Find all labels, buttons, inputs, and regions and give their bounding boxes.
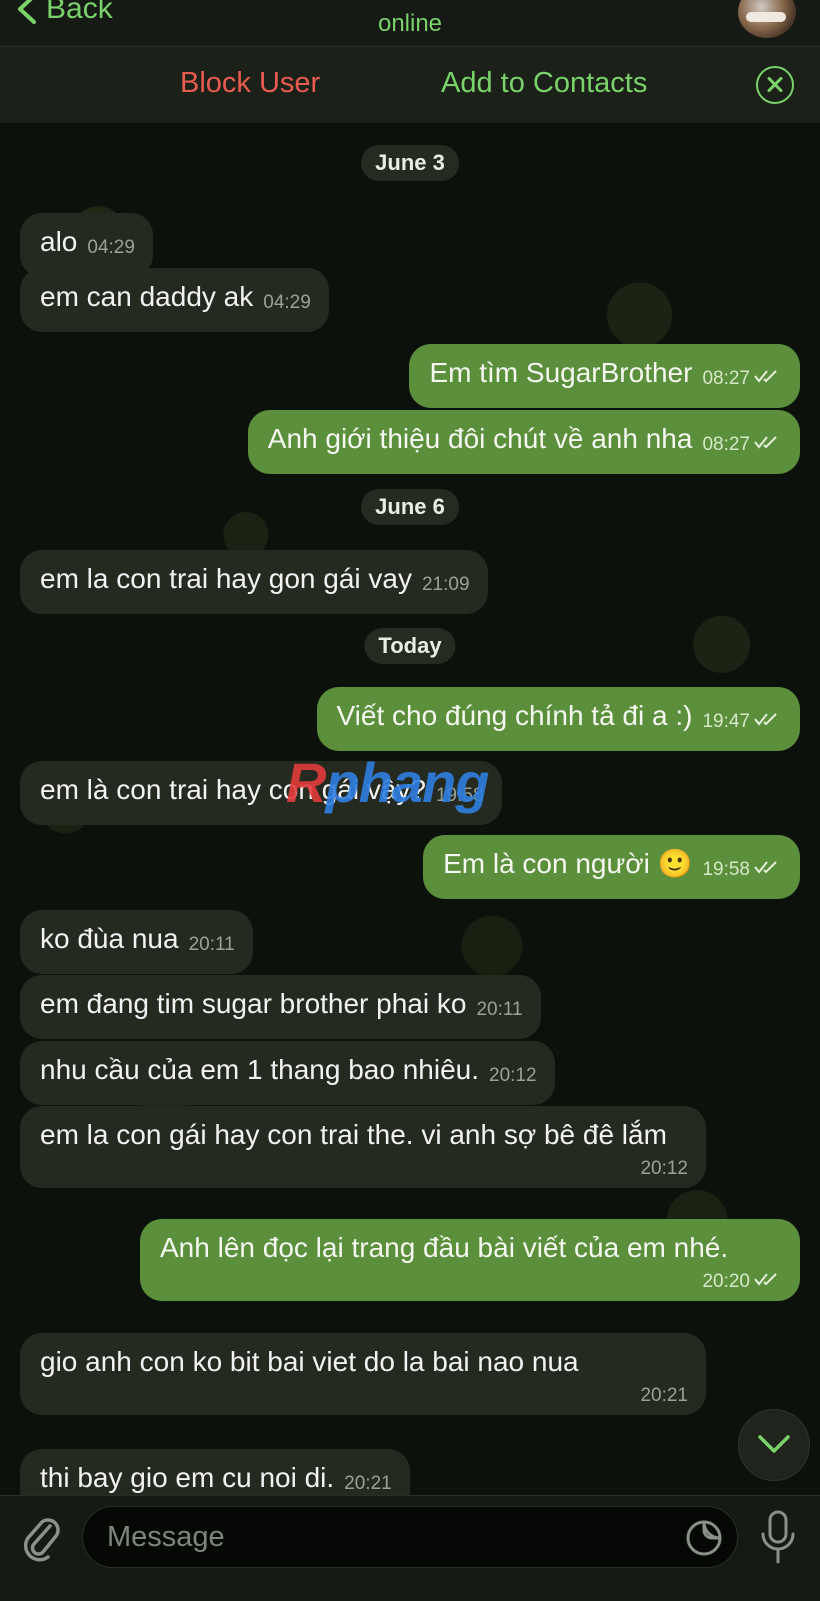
message-time: 20:20 bbox=[702, 1271, 750, 1292]
microphone-icon[interactable] bbox=[758, 1510, 798, 1566]
message-bubble[interactable]: em can daddy ak 04:29 bbox=[20, 268, 329, 332]
message-text: em đang tim sugar brother phai ko bbox=[40, 988, 467, 1019]
message-text: alo bbox=[40, 226, 78, 257]
message-time: 19:47 bbox=[702, 711, 750, 732]
chevron-down-icon bbox=[758, 1435, 790, 1453]
message-time: 19:58 bbox=[702, 859, 750, 880]
message-text: ko đùa nua bbox=[40, 923, 179, 954]
paperclip-icon[interactable] bbox=[20, 1514, 64, 1562]
message-text: Em là con người 🙂 bbox=[443, 848, 693, 879]
contact-name-hidden bbox=[300, 0, 520, 4]
message-bubble[interactable]: em đang tim sugar brother phai ko 20:11 bbox=[20, 975, 541, 1039]
message-bubble[interactable]: thi bay gio em cu noi di. 20:21 bbox=[20, 1449, 410, 1495]
date-separator: June 6 bbox=[361, 489, 459, 525]
chat-header: Back online bbox=[0, 0, 820, 46]
contact-status: online bbox=[377, 10, 443, 37]
sticker-icon[interactable] bbox=[684, 1518, 724, 1558]
double-check-icon bbox=[754, 1273, 777, 1286]
double-check-icon bbox=[754, 370, 777, 383]
message-time: 21:09 bbox=[421, 574, 470, 595]
message-time: 20:11 bbox=[476, 999, 523, 1020]
message-text: em la con trai hay gon gái vay bbox=[40, 563, 412, 594]
message-time: 20:12 bbox=[489, 1065, 537, 1086]
message-bubble[interactable]: Anh lên đọc lại trang đầu bài viết của e… bbox=[140, 1219, 800, 1301]
message-bubble[interactable]: Em tìm SugarBrother 08:27 bbox=[409, 344, 800, 408]
message-bubble[interactable]: em la con trai hay gon gái vay 21:09 bbox=[20, 550, 488, 614]
add-to-contacts-button[interactable]: Add to Contacts bbox=[441, 67, 647, 100]
message-time: 08:27 bbox=[702, 368, 750, 389]
chat-area[interactable]: June 3 alo 04:29 em can daddy ak 04:29 Em … bbox=[0, 123, 820, 1495]
message-text: Em tìm SugarBrother bbox=[429, 357, 693, 388]
message-bubble[interactable]: Viết cho đúng chính tả đi a :) 19:47 bbox=[316, 687, 800, 751]
message-text: Viết cho đúng chính tả đi a :) bbox=[336, 700, 693, 731]
message-bubble[interactable]: Anh giới thiệu đôi chút về anh nha 08:27 bbox=[247, 410, 800, 474]
double-check-icon bbox=[754, 436, 777, 449]
message-bubble[interactable]: gio anh con ko bit bai viet do la bai na… bbox=[20, 1333, 706, 1415]
message-bubble[interactable]: ko đùa nua 20:11 bbox=[20, 910, 253, 974]
message-time: 20:21 bbox=[344, 1473, 392, 1494]
block-user-button[interactable]: Block User bbox=[180, 67, 320, 100]
close-icon[interactable] bbox=[756, 66, 794, 104]
message-text: em can daddy ak bbox=[40, 281, 254, 312]
message-time: 20:11 bbox=[188, 934, 235, 955]
double-check-icon bbox=[754, 713, 777, 726]
message-time: 20:12 bbox=[640, 1158, 688, 1179]
message-bubble[interactable]: em la con gái hay con trai the. vi anh s… bbox=[20, 1106, 706, 1188]
double-check-icon bbox=[754, 861, 777, 874]
scroll-to-bottom-button[interactable] bbox=[738, 1409, 810, 1481]
message-text: nhu cầu của em 1 thang bao nhiêu. bbox=[40, 1054, 480, 1085]
message-time: 20:21 bbox=[640, 1385, 688, 1406]
message-time: 08:27 bbox=[702, 434, 750, 455]
message-input-bar bbox=[0, 1495, 820, 1601]
message-text: Anh giới thiệu đôi chút về anh nha bbox=[267, 423, 693, 454]
message-text: Anh lên đọc lại trang đầu bài viết của e… bbox=[160, 1232, 729, 1263]
message-time: 04:29 bbox=[263, 292, 311, 313]
message-bubble[interactable]: Em là con người 🙂 19:58 bbox=[423, 835, 800, 899]
watermark-logo: Rphang bbox=[286, 751, 489, 814]
date-separator: Today bbox=[364, 628, 456, 664]
message-text: gio anh con ko bit bai viet do la bai na… bbox=[40, 1346, 579, 1377]
message-time: 04:29 bbox=[87, 237, 135, 258]
message-bubble[interactable]: nhu cầu của em 1 thang bao nhiêu. 20:12 bbox=[20, 1041, 555, 1105]
message-text: em la con gái hay con trai the. vi anh s… bbox=[40, 1119, 667, 1150]
contact-action-bar: Block User Add to Contacts bbox=[0, 46, 820, 124]
date-separator: June 3 bbox=[361, 145, 459, 181]
message-input[interactable] bbox=[82, 1506, 738, 1568]
message-text: thi bay gio em cu noi di. bbox=[40, 1462, 335, 1493]
